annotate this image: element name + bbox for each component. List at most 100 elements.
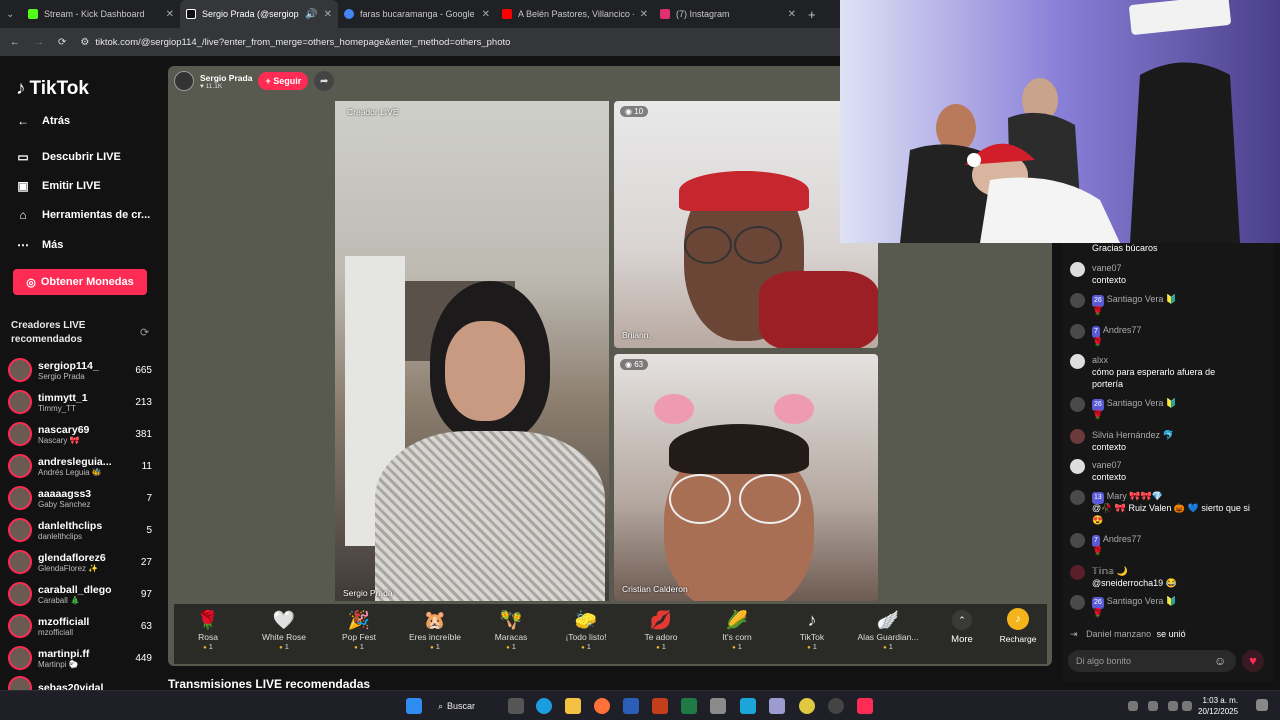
chat-user[interactable]: Andres77 [1103,534,1142,544]
edge-icon[interactable] [536,698,552,714]
close-icon[interactable]: ✕ [788,9,796,20]
tab-youtube[interactable]: A Belén Pastores, Villancico - M ✕ [496,0,654,28]
chat-user[interactable]: Santiago Vera 🔰 [1107,398,1177,408]
task-view-icon[interactable] [508,698,524,714]
notification-bell-icon[interactable] [1256,699,1268,711]
tab-kick[interactable]: Stream - Kick Dashboard ✕ [22,0,180,28]
refresh-icon[interactable]: ⟳ [140,326,149,339]
nav-emitir-live[interactable]: ▣ Emitir LIVE [16,179,100,193]
firefox-icon[interactable] [594,698,610,714]
host-avatar[interactable] [174,71,194,91]
word-icon[interactable] [623,698,639,714]
discord-icon[interactable] [769,698,785,714]
gift-name: Te adoro [644,632,678,642]
recharge-button[interactable]: ♪ Recharge [990,608,1046,644]
close-icon[interactable]: ✕ [324,9,332,20]
creator-item[interactable]: martinpi.ff Martinpi 🐑 449 [8,644,152,672]
wifi-icon[interactable] [1168,701,1178,711]
taskbar-clock[interactable]: 1:03 a. m. 20/12/2025 [1198,695,1238,717]
creator-item[interactable]: sergiop114_ Sergio Prada 665 [8,356,152,384]
gift-item[interactable]: 🎉 Pop Fest1 [324,608,394,651]
creator-item[interactable]: mzofficiall mzofficiall 63 [8,612,152,640]
chat-user[interactable]: Daniel manzano [1086,629,1151,639]
reload-icon[interactable]: ⟳ [58,37,66,48]
url-field[interactable]: tiktok.com/@sergiop114_/live?enter_from_… [95,37,510,48]
gift-price: 1 [777,642,847,651]
capcut-icon[interactable] [740,698,756,714]
host-name[interactable]: Sergio Prada [200,73,252,83]
tiktok-logo[interactable]: ♪ TikTok [16,78,89,100]
app-icon[interactable] [710,698,726,714]
gift-item[interactable]: 🤍 White Rose1 [249,608,319,651]
more-gifts-button[interactable]: ⌃ More [942,610,982,645]
taskbar-search[interactable]: ⌕ Buscar [438,697,498,715]
windows-start-icon[interactable] [406,698,422,714]
share-icon[interactable]: ➦ [314,71,335,91]
speaker-icon[interactable]: 🔊 [305,9,317,20]
creator-item[interactable]: sebas20vidal [8,674,152,690]
viewer-count: 63 [140,620,152,632]
get-coins-button[interactable]: ◎ Obtener Monedas [13,269,147,295]
close-icon[interactable]: ✕ [640,9,648,20]
rose-icon: 🌹 [196,610,220,630]
excel-icon[interactable] [681,698,697,714]
nav-mas[interactable]: ⋯ Más [16,238,63,252]
host-video-panel[interactable]: Creador LIVE Sergio Prada [335,101,609,601]
tab-search-button[interactable]: ⌄ [0,0,22,28]
tiktok-app-icon[interactable] [857,698,873,714]
avatar [8,486,32,510]
close-icon[interactable]: ✕ [166,9,174,20]
chat-user[interactable]: Santiago Vera 🔰 [1107,294,1177,304]
tray-icon[interactable] [1148,701,1158,711]
volume-icon[interactable] [1182,701,1192,711]
tray-icon[interactable] [1128,701,1138,711]
back-arrow-icon[interactable]: ← [10,37,20,48]
creator-item[interactable]: nascary69 Nascary 🎀 381 [8,420,152,448]
gift-item[interactable]: 🐹 Eres increíble1 [400,608,470,651]
chat-user[interactable]: Andres77 [1103,325,1142,335]
emoji-icon[interactable]: ☺ [1214,654,1226,668]
powerpoint-icon[interactable] [652,698,668,714]
creator-item[interactable]: danlelthclips danlelthclips 5 [8,516,152,544]
guest-video-panel[interactable]: ◉ 63 Cristian Calderon [614,354,878,601]
site-info-icon[interactable]: ⚙ [80,37,89,48]
creator-item[interactable]: aaaaagss3 Gaby Sanchez 7 [8,484,152,512]
tab-tiktok[interactable]: Sergio Prada (@sergiop114) 🔊 ✕ [180,0,338,28]
tab-instagram[interactable]: (7) Instagram ✕ [654,0,802,28]
gift-item[interactable]: 💋 Te adoro1 [626,608,696,651]
gift-item[interactable]: 🪽 Alas Guardian...1 [853,608,923,651]
gift-name: Rosa [198,632,218,642]
nav-herramientas[interactable]: ⌂ Herramientas de cr... [16,208,150,222]
chat-user[interactable]: vane07 [1092,262,1122,274]
pillow-shape [759,271,878,348]
creator-item[interactable]: andresleguia... Andrés Leguia 🐝 11 [8,452,152,480]
creator-item[interactable]: glendaflorez6 GlendaFlorez ✨ 27 [8,548,152,576]
creator-item[interactable]: caraball_dlego Caraball 🎄 97 [8,580,152,608]
chat-user[interactable]: 𝕋𝕚𝕟𝕒 🌙 [1092,565,1128,577]
heart-like-button[interactable]: ♥ [1242,650,1264,672]
forward-arrow-icon[interactable]: → [34,37,44,48]
chat-user[interactable]: Silvia Hernández 🐬 [1092,429,1174,441]
chat-user[interactable]: alxx [1092,354,1108,366]
folder-icon[interactable] [565,698,581,714]
gift-item[interactable]: ♪ TikTok1 [777,608,847,651]
gift-item[interactable]: 🪇 Maracas1 [476,608,546,651]
close-icon[interactable]: ✕ [482,9,490,20]
obs-icon[interactable] [828,698,844,714]
tab-google[interactable]: faras bucaramanga - Google Se ✕ [338,0,496,28]
chat-user[interactable]: Mary 🎀🎀💎 [1107,491,1163,501]
chat-user[interactable]: Santiago Vera 🔰 [1107,596,1177,606]
new-tab-button[interactable]: + [802,0,832,28]
back-link[interactable]: ← Atrás [16,114,70,128]
chat-user[interactable]: vane07 [1092,459,1122,471]
follow-button[interactable]: + Seguir [258,72,309,90]
nav-descubrir-live[interactable]: ▭ Descubrir LIVE [16,150,121,164]
gift-item[interactable]: 🌽 It's corn1 [702,608,772,651]
chrome-icon[interactable] [799,698,815,714]
gift-item[interactable]: 🧽 ¡Todo listo!1 [551,608,621,651]
creator-handle: sebas20vidal [38,682,104,690]
guest-video-panel[interactable]: ◉ 10 Briiann. [614,101,878,348]
gift-item[interactable]: 🌹 Rosa1 [173,608,243,651]
creator-item[interactable]: timmytt_1 Timmy_TT 213 [8,388,152,416]
chat-input[interactable]: Di algo bonito [1068,650,1236,672]
